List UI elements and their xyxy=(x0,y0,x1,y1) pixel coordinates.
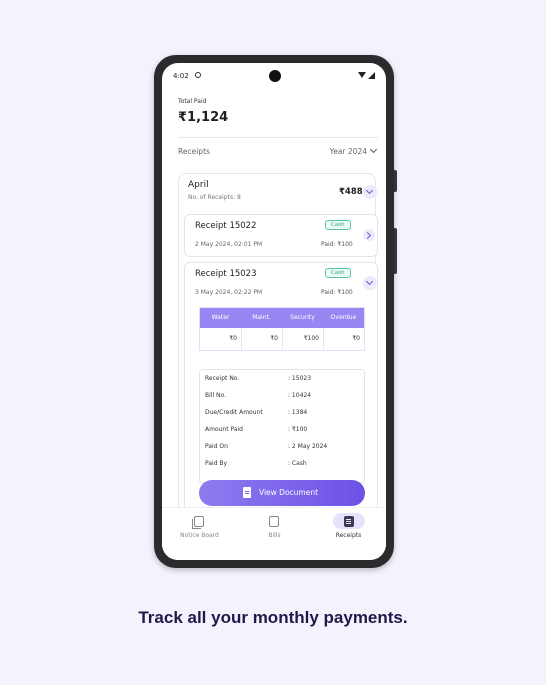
view-document-button[interactable]: View Document xyxy=(199,480,365,506)
charge-header-water: Water xyxy=(211,314,230,321)
nav-label: Bills xyxy=(268,532,281,539)
receipt-date: 3 May 2024, 02:22 PM xyxy=(195,289,263,296)
nav-item-notice-board[interactable]: Notice Board xyxy=(162,508,237,546)
bottom-navigation: Notice Board Bills Receipts xyxy=(162,507,386,546)
divider xyxy=(178,137,378,138)
notice-board-icon xyxy=(192,516,204,529)
receipt-card[interactable]: Receipt 15022 Cash 2 May 2024, 02:01 PM … xyxy=(184,214,378,257)
chevron-down-icon xyxy=(369,145,378,154)
month-card: April No. of Receipts: 8 ₹488 Receipt 15… xyxy=(178,173,378,514)
receipt-title: Receipt 15023 xyxy=(195,269,257,279)
signal-icon xyxy=(368,72,375,79)
year-filter-dropdown[interactable]: Year 2024 xyxy=(329,145,378,156)
settings-icon xyxy=(195,72,201,78)
month-collapse-button[interactable] xyxy=(363,185,377,199)
nav-label: Notice Board xyxy=(180,532,219,539)
detail-key: Paid On xyxy=(205,443,228,450)
receipt-open-button[interactable] xyxy=(363,229,375,241)
receipt-collapse-button[interactable] xyxy=(363,276,377,290)
charges-table: Water Maint. Security Overdue ₹0 ₹0 ₹100… xyxy=(199,307,365,351)
payment-mode-badge: Cash xyxy=(325,220,351,230)
month-name: April xyxy=(188,180,209,190)
detail-value: : 15023 xyxy=(288,375,312,382)
phone-frame: 4:02 Total Paid ₹1,124 Receipts Year 202… xyxy=(154,55,394,568)
charge-header-overdue: Overdue xyxy=(330,314,357,321)
total-paid-label: Total Paid xyxy=(178,98,207,105)
month-total: ₹488 xyxy=(339,187,363,197)
chevron-right-icon xyxy=(363,231,372,239)
month-receipt-count: No. of Receipts: 8 xyxy=(188,194,241,201)
chevron-down-icon xyxy=(365,277,374,286)
charge-header-security: Security xyxy=(290,314,315,321)
receipt-details: Receipt No. : 15023 Bill No. : 10424 Due… xyxy=(199,369,365,483)
detail-key: Bill No. xyxy=(205,392,226,399)
receipt-title: Receipt 15022 xyxy=(195,221,257,231)
detail-key: Paid By xyxy=(205,460,228,467)
charge-value-security: ₹100 xyxy=(303,335,319,342)
charges-header: Water Maint. Security Overdue xyxy=(200,308,364,328)
wifi-icon xyxy=(358,72,366,78)
detail-value: : ₹100 xyxy=(288,426,308,433)
receipts-icon xyxy=(344,516,354,527)
status-bar: 4:02 xyxy=(162,63,386,85)
status-time: 4:02 xyxy=(173,72,189,80)
detail-value: : 1384 xyxy=(288,409,308,416)
bills-icon xyxy=(269,516,279,527)
receipt-paid-amount: Paid: ₹100 xyxy=(321,241,353,248)
receipt-paid-amount: Paid: ₹100 xyxy=(321,289,353,296)
phone-screen: 4:02 Total Paid ₹1,124 Receipts Year 202… xyxy=(162,63,386,560)
caption: Track all your monthly payments. xyxy=(138,608,408,627)
detail-value: : 10424 xyxy=(288,392,312,399)
charge-value-water: ₹0 xyxy=(229,335,237,342)
view-document-label: View Document xyxy=(259,488,319,497)
charge-header-maint: Maint. xyxy=(252,314,271,321)
charge-value-overdue: ₹0 xyxy=(352,335,360,342)
detail-key: Receipt No. xyxy=(205,375,240,382)
payment-mode-badge: Cash xyxy=(325,268,351,278)
document-icon xyxy=(243,487,251,498)
detail-key: Amount Paid xyxy=(205,426,243,433)
detail-value: : Cash xyxy=(288,460,307,467)
receipt-card-expanded: Receipt 15023 Cash 3 May 2024, 02:22 PM … xyxy=(184,262,378,514)
nav-label: Receipts xyxy=(335,532,362,539)
receipt-date: 2 May 2024, 02:01 PM xyxy=(195,241,263,248)
total-paid-value: ₹1,124 xyxy=(178,110,229,125)
chevron-down-icon xyxy=(365,186,374,195)
charge-value-maint: ₹0 xyxy=(270,335,278,342)
detail-key: Due/Credit Amount xyxy=(205,409,263,416)
nav-item-receipts[interactable]: Receipts xyxy=(311,508,386,546)
nav-item-bills[interactable]: Bills xyxy=(237,508,312,546)
gesture-bar xyxy=(162,545,386,560)
receipts-section-label: Receipts xyxy=(178,147,210,156)
detail-value: : 2 May 2024 xyxy=(288,443,328,450)
year-filter-label: Year 2024 xyxy=(329,147,367,156)
camera-cutout xyxy=(269,70,281,82)
